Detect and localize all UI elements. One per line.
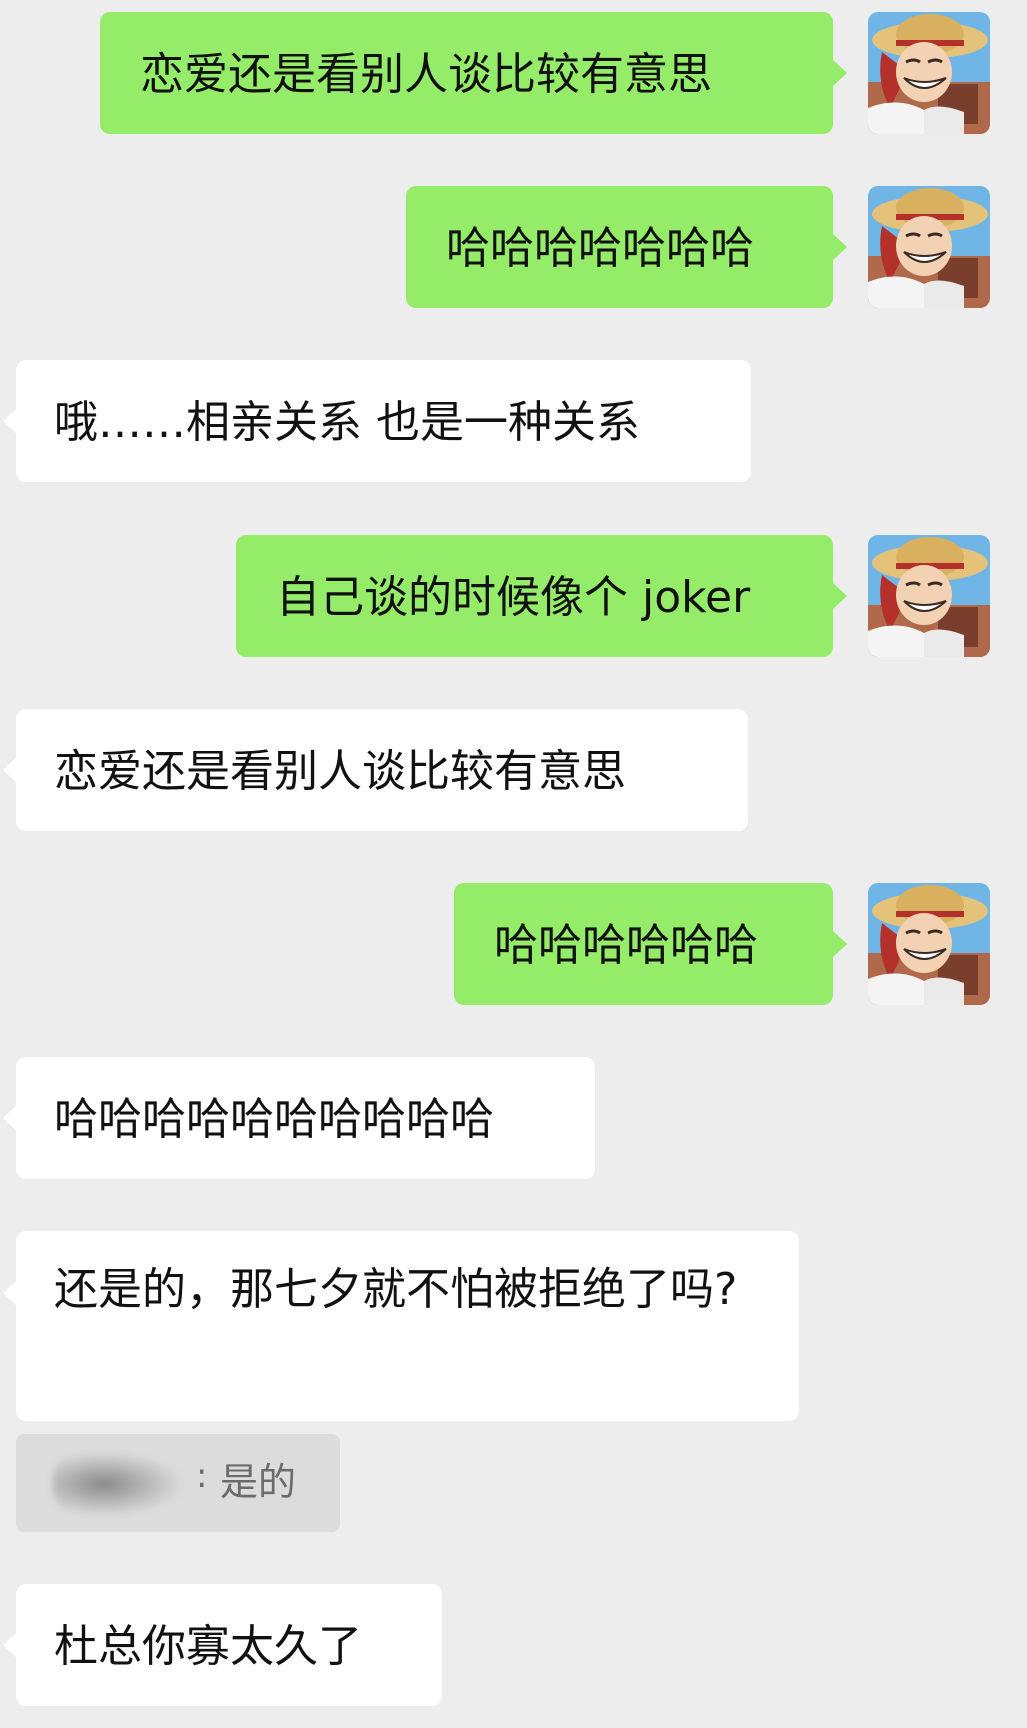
message-bubble-outgoing[interactable]: 自己谈的时候像个 joker: [236, 535, 847, 657]
anime-straw-hat-avatar-icon[interactable]: [868, 12, 990, 134]
message-bubble-incoming[interactable]: 哦……相亲关系 也是一种关系: [3, 360, 751, 482]
blurred-sender-name: [52, 1452, 182, 1516]
message-bubble-outgoing[interactable]: 哈哈哈哈哈哈哈: [406, 186, 847, 308]
message-bubble-incoming[interactable]: 还是的，那七夕就不怕被拒绝了吗?: [3, 1231, 799, 1421]
quoted-reply[interactable]: : 是的: [16, 1434, 340, 1532]
anime-straw-hat-avatar-icon[interactable]: [868, 883, 990, 1005]
message-bubble-incoming[interactable]: 杜总你寡太久了: [3, 1584, 442, 1706]
chat-window: 恋爱还是看别人谈比较有意思 哈哈哈哈哈哈哈 哦……相亲关系 也是一种关系 自己谈…: [0, 0, 1027, 1728]
message-bubble-incoming[interactable]: 恋爱还是看别人谈比较有意思: [3, 709, 748, 831]
message-bubble-incoming[interactable]: 哈哈哈哈哈哈哈哈哈哈: [3, 1057, 595, 1179]
anime-straw-hat-avatar-icon[interactable]: [868, 186, 990, 308]
quote-separator: :: [196, 1456, 208, 1496]
anime-straw-hat-avatar-icon[interactable]: [868, 535, 990, 657]
message-bubble-outgoing[interactable]: 恋爱还是看别人谈比较有意思: [100, 12, 847, 134]
quoted-text: 是的: [220, 1460, 297, 1504]
message-bubble-outgoing[interactable]: 哈哈哈哈哈哈: [454, 883, 847, 1005]
